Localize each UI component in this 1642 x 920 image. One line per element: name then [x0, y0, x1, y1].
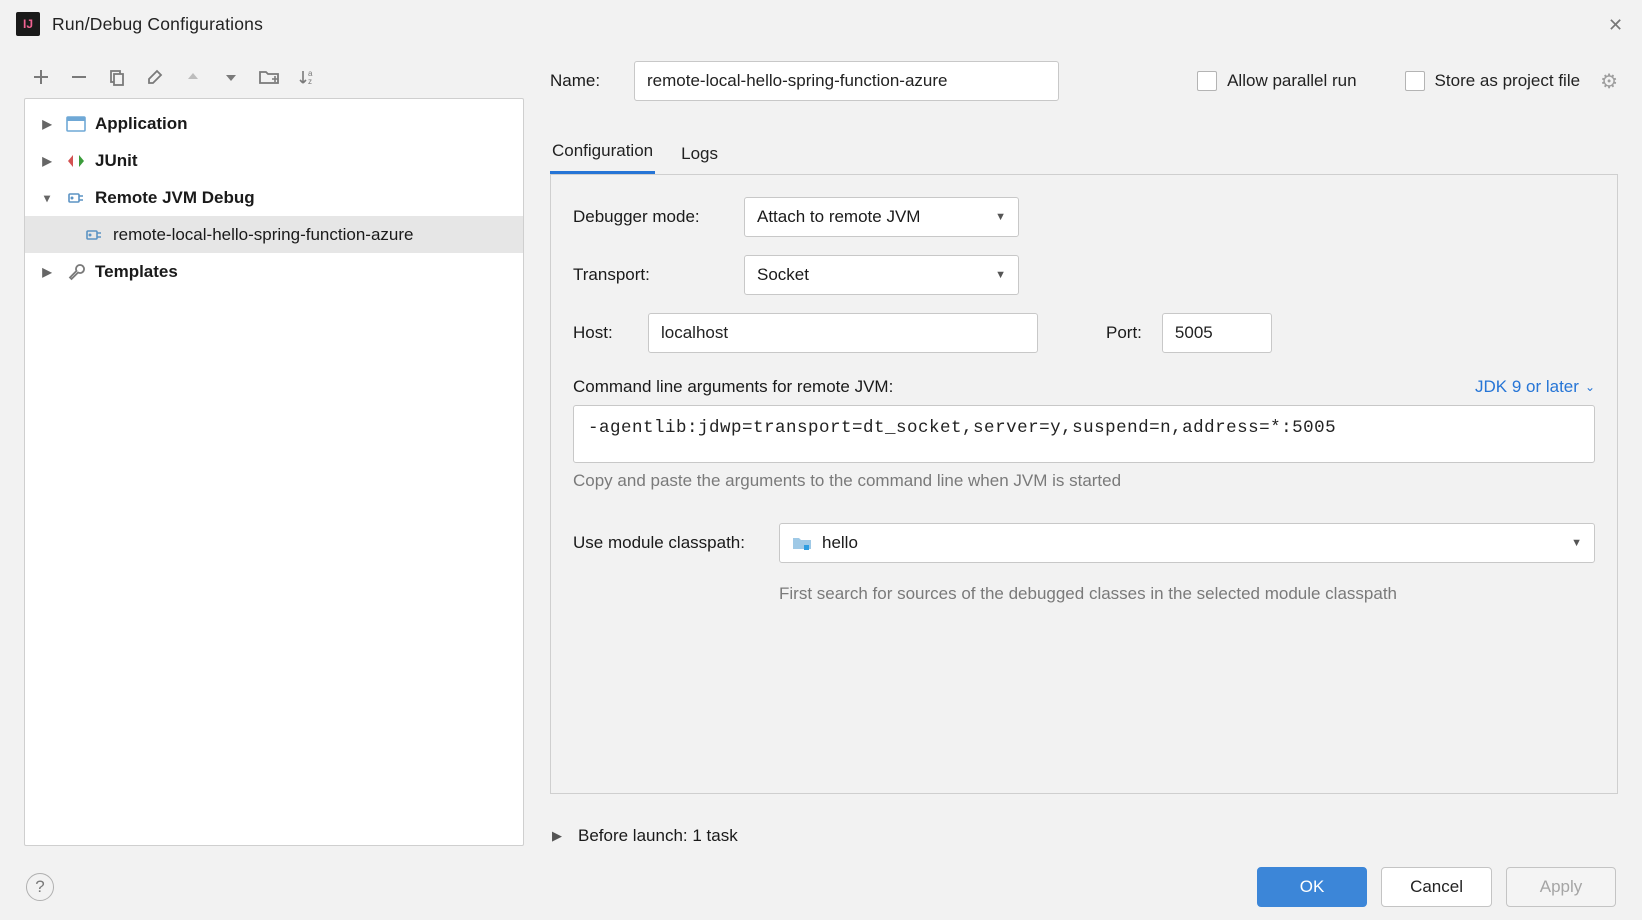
folder-button[interactable] [258, 66, 280, 88]
cmdline-value[interactable]: -agentlib:jdwp=transport=dt_socket,serve… [573, 405, 1595, 463]
tabs: Configuration Logs [550, 134, 1618, 174]
before-launch-section[interactable]: ▶ Before launch: 1 task [550, 826, 1618, 846]
dialog-footer: ? OK Cancel Apply [0, 854, 1642, 920]
name-input[interactable] [634, 61, 1059, 101]
tree-toolbar: az [24, 56, 524, 98]
checkbox-icon [1197, 71, 1217, 91]
port-label: Port: [1106, 323, 1142, 343]
remove-config-button[interactable] [68, 66, 90, 88]
svg-text:z: z [308, 77, 312, 86]
tree-label: remote-local-hello-spring-function-azure [113, 225, 413, 245]
select-value: Socket [757, 265, 809, 285]
tree-node-junit[interactable]: ▶ JUnit [25, 142, 523, 179]
allow-parallel-checkbox[interactable]: Allow parallel run [1197, 71, 1356, 91]
module-hint: First search for sources of the debugged… [779, 581, 1595, 607]
gear-icon[interactable]: ⚙ [1600, 69, 1618, 94]
host-label: Host: [573, 323, 628, 343]
edit-template-button[interactable] [144, 66, 166, 88]
name-label: Name: [550, 71, 620, 91]
allow-parallel-label: Allow parallel run [1227, 71, 1356, 91]
chevron-right-icon: ▶ [37, 117, 57, 131]
tab-logs[interactable]: Logs [679, 144, 720, 174]
tree-label: Remote JVM Debug [95, 188, 255, 208]
port-input[interactable] [1162, 313, 1272, 353]
app-window-icon [65, 114, 87, 134]
remote-plug-icon [65, 188, 87, 208]
config-panel: Debugger mode: Attach to remote JVM ▼ Tr… [550, 174, 1618, 794]
sort-button[interactable]: az [296, 66, 318, 88]
tree-node-application[interactable]: ▶ Application [25, 105, 523, 142]
move-up-button[interactable] [182, 66, 204, 88]
chevron-right-icon: ▶ [37, 154, 57, 168]
close-icon[interactable]: ✕ [1608, 15, 1626, 33]
debugger-mode-select[interactable]: Attach to remote JVM ▼ [744, 197, 1019, 237]
module-classpath-label: Use module classpath: [573, 533, 763, 553]
chevron-right-icon: ▶ [37, 265, 57, 279]
tree-label: JUnit [95, 151, 138, 171]
cancel-button[interactable]: Cancel [1381, 867, 1492, 907]
before-launch-label: Before launch: 1 task [578, 826, 738, 846]
store-as-file-label: Store as project file [1435, 71, 1581, 91]
ok-button[interactable]: OK [1257, 867, 1367, 907]
junit-icon [65, 151, 87, 171]
tree-node-remote-config[interactable]: remote-local-hello-spring-function-azure [25, 216, 523, 253]
copy-config-button[interactable] [106, 66, 128, 88]
intellij-icon: IJ [16, 12, 40, 36]
tree-label: Application [95, 114, 188, 134]
help-button[interactable]: ? [26, 873, 54, 901]
store-as-file-checkbox[interactable]: Store as project file [1405, 71, 1581, 91]
chevron-down-icon: ▼ [995, 211, 1006, 223]
tree-node-templates[interactable]: ▶ Templates [25, 253, 523, 290]
select-value: Attach to remote JVM [757, 207, 920, 227]
cmdline-label: Command line arguments for remote JVM: [573, 377, 893, 397]
apply-button[interactable]: Apply [1506, 867, 1616, 907]
chevron-down-icon: ▾ [37, 191, 57, 205]
remote-plug-icon [83, 225, 105, 245]
module-classpath-select[interactable]: hello ▼ [779, 523, 1595, 563]
host-input[interactable] [648, 313, 1038, 353]
window-title: Run/Debug Configurations [52, 14, 1608, 35]
select-value: hello [822, 533, 1571, 553]
transport-select[interactable]: Socket ▼ [744, 255, 1019, 295]
move-down-button[interactable] [220, 66, 242, 88]
add-config-button[interactable] [30, 66, 52, 88]
chevron-down-icon: ⌄ [1585, 380, 1595, 394]
tab-configuration[interactable]: Configuration [550, 141, 655, 174]
chevron-down-icon: ▼ [1571, 537, 1582, 549]
tree-node-remote-jvm-debug[interactable]: ▾ Remote JVM Debug [25, 179, 523, 216]
chevron-down-icon: ▼ [995, 269, 1006, 281]
debugger-mode-label: Debugger mode: [573, 207, 728, 227]
chevron-right-icon: ▶ [550, 828, 564, 844]
checkbox-icon [1405, 71, 1425, 91]
folder-icon [792, 535, 812, 551]
titlebar: IJ Run/Debug Configurations ✕ [0, 0, 1642, 48]
config-tree[interactable]: ▶ Application ▶ JUnit ▾ Remote JVM Debug… [24, 98, 524, 846]
wrench-icon [65, 262, 87, 282]
transport-label: Transport: [573, 265, 728, 285]
jdk-version-link[interactable]: JDK 9 or later ⌄ [1475, 377, 1595, 397]
tree-label: Templates [95, 262, 178, 282]
cmdline-hint: Copy and paste the arguments to the comm… [573, 471, 1595, 491]
